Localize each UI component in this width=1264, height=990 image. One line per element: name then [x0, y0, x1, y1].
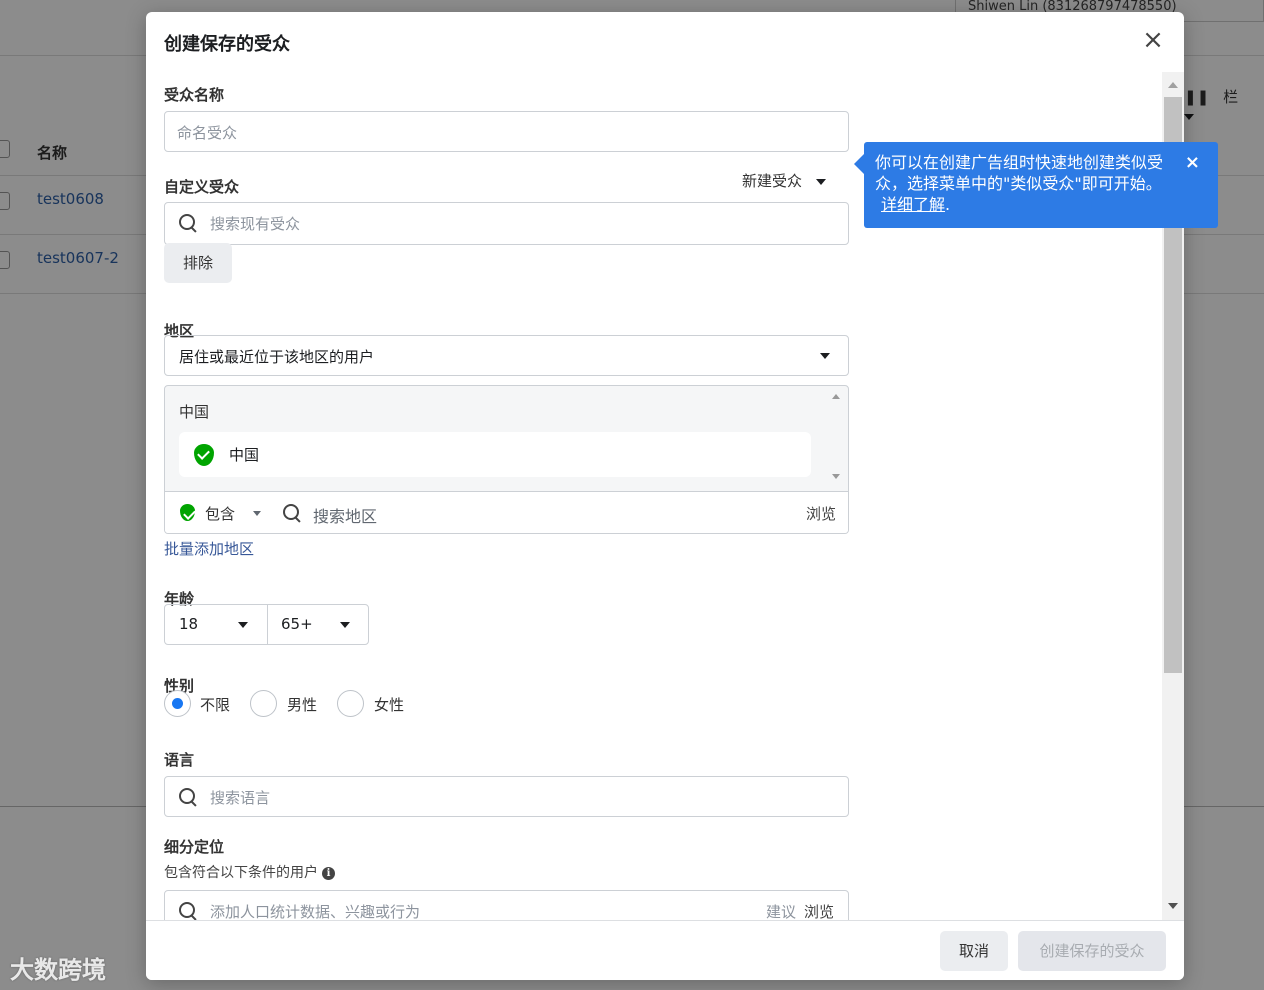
gender-radio-male[interactable] — [250, 690, 277, 717]
scroll-up-icon[interactable] — [832, 394, 840, 399]
include-dropdown[interactable]: 包含 — [205, 503, 235, 524]
location-search-bar: 包含 搜索地区 浏览 — [165, 491, 848, 533]
location-browse-button[interactable]: 浏览 — [806, 503, 836, 524]
location-mode-value: 居住或最近位于该地区的用户 — [179, 348, 375, 366]
language-label: 语言 — [164, 751, 195, 769]
audience-name-input[interactable]: 命名受众 — [164, 111, 849, 152]
age-range-selector: 18 65+ — [164, 604, 369, 645]
location-item-label: 中国 — [229, 446, 260, 464]
age-max-select[interactable]: 65+ — [281, 615, 313, 633]
language-search-input[interactable]: 搜索语言 — [164, 776, 849, 817]
search-icon — [283, 504, 301, 522]
detailed-targeting-actions: 建议 浏览 — [766, 901, 834, 920]
location-mode-select[interactable]: 居住或最近位于该地区的用户 — [164, 335, 849, 376]
search-icon — [179, 788, 197, 806]
scroll-down-icon[interactable] — [832, 474, 840, 479]
suggestions-button[interactable]: 建议 — [766, 903, 796, 920]
cancel-button[interactable]: 取消 — [940, 931, 1008, 971]
include-shield-icon — [180, 504, 195, 521]
new-audience-dropdown[interactable]: 新建受众 — [742, 170, 827, 191]
location-country-header: 中国 — [179, 403, 210, 421]
location-list: 中国 中国 包含 搜索地区 浏览 — [164, 385, 849, 534]
dialog-footer: 取消 创建保存的受众 — [146, 920, 1184, 980]
exclude-button[interactable]: 排除 — [164, 243, 232, 283]
watermark-text: 大数跨境 — [10, 956, 106, 984]
include-shield-icon — [194, 444, 214, 466]
detailed-targeting-placeholder: 添加人口统计数据、兴趣或行为 — [210, 903, 421, 920]
gender-option-label: 男性 — [287, 696, 318, 714]
scroll-up-icon[interactable] — [1168, 82, 1178, 88]
gender-option-label: 不限 — [200, 696, 231, 714]
info-icon[interactable]: i — [322, 867, 335, 880]
age-min-select[interactable]: 18 — [179, 615, 198, 633]
detailed-targeting-label: 细分定位 — [164, 838, 225, 856]
language-placeholder: 搜索语言 — [210, 789, 271, 807]
chevron-down-icon[interactable] — [238, 622, 248, 628]
close-icon[interactable]: × — [1185, 154, 1200, 172]
audience-name-label: 受众名称 — [164, 86, 225, 104]
chevron-down-icon — [816, 178, 827, 185]
scroll-down-icon[interactable] — [1168, 903, 1178, 909]
tooltip-text: 你可以在创建广告组时快速地创建类似受众，选择菜单中的"类似受众"即可开始。 — [875, 153, 1164, 193]
gender-option-label: 女性 — [374, 696, 405, 714]
location-search-input[interactable]: 搜索地区 — [313, 503, 377, 527]
chevron-down-icon[interactable] — [253, 511, 261, 516]
custom-audience-label: 自定义受众 — [164, 178, 240, 196]
age-divider — [267, 605, 268, 644]
detailed-targeting-input[interactable]: 添加人口统计数据、兴趣或行为 建议 浏览 — [164, 890, 849, 920]
gender-radio-female[interactable] — [337, 690, 364, 717]
dialog-title: 创建保存的受众 — [164, 34, 290, 55]
detailed-targeting-browse-button[interactable]: 浏览 — [804, 903, 834, 920]
detailed-targeting-sublabel: 包含符合以下条件的用户 i — [164, 862, 335, 882]
search-icon — [179, 902, 197, 920]
watermark-logo: 大数跨境 — [10, 950, 106, 985]
audience-name-placeholder: 命名受众 — [177, 124, 238, 142]
chevron-down-icon — [820, 353, 830, 359]
location-item[interactable]: 中国 — [179, 432, 811, 477]
bulk-add-locations-link[interactable]: 批量添加地区 — [164, 538, 254, 559]
search-icon — [179, 214, 197, 232]
chevron-down-icon[interactable] — [340, 622, 350, 628]
create-saved-audience-button[interactable]: 创建保存的受众 — [1018, 931, 1166, 971]
custom-audience-placeholder: 搜索现有受众 — [210, 215, 301, 233]
custom-audience-search-input[interactable]: 搜索现有受众 — [164, 202, 849, 245]
close-icon[interactable]: × — [1142, 27, 1164, 53]
learn-more-link[interactable]: 详细了解 — [881, 195, 945, 214]
lookalike-tip-popover: 你可以在创建广告组时快速地创建类似受众，选择菜单中的"类似受众"即可开始。详细了… — [854, 142, 1218, 228]
gender-radio-all[interactable] — [164, 690, 191, 717]
